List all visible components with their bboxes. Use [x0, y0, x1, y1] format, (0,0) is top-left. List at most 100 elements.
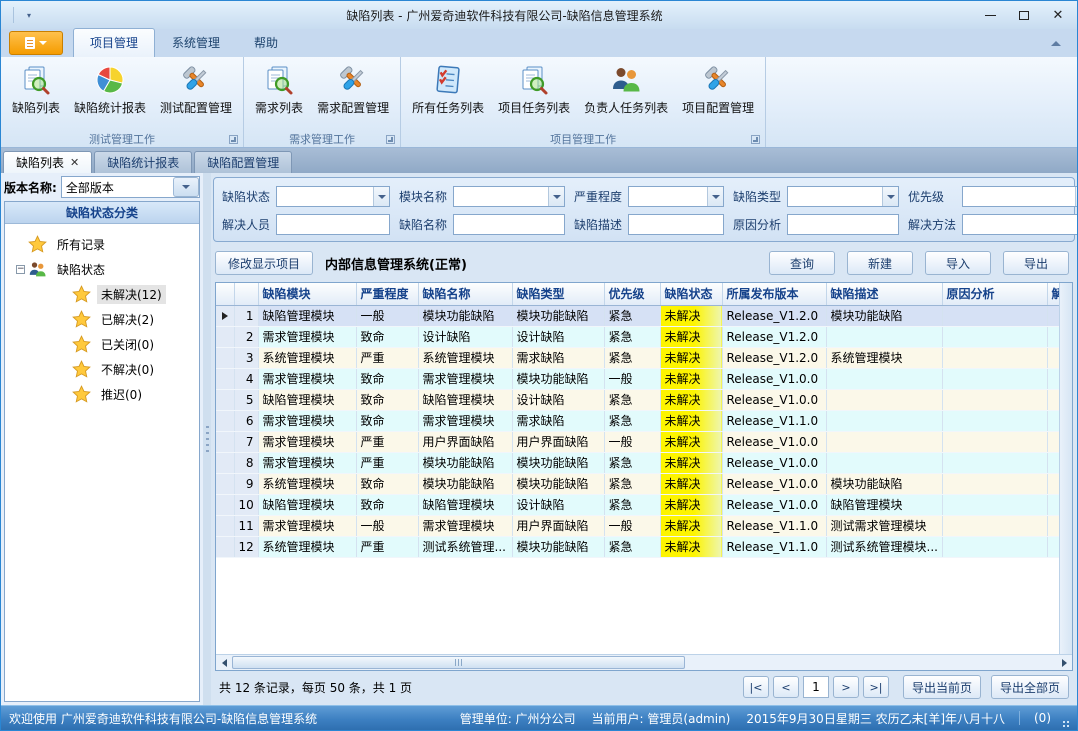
scroll-left-button[interactable]	[216, 655, 232, 670]
filter-严重程度: 严重程度	[574, 186, 724, 207]
minimize-button[interactable]	[975, 5, 1005, 25]
tree-item-0[interactable]: 所有记录	[5, 232, 199, 257]
row-number: 10	[234, 494, 258, 515]
table-row[interactable]: 6需求管理模块致命需求管理模块需求缺陷紧急未解决Release_V1.1.0	[216, 410, 1059, 431]
maximize-button[interactable]	[1009, 5, 1039, 25]
ribbon-button-缺陷列表[interactable]: 缺陷列表	[5, 59, 67, 130]
combo-dropdown-button[interactable]	[707, 187, 723, 206]
filter-input-解决人员[interactable]	[276, 214, 390, 235]
ribbon-tab-0[interactable]: 项目管理	[73, 28, 155, 57]
column-header-缺陷类型[interactable]: 缺陷类型	[512, 283, 604, 305]
column-header-缺陷描述[interactable]: 缺陷描述	[826, 283, 942, 305]
scroll-right-button[interactable]	[1056, 655, 1072, 670]
combo-dropdown-button[interactable]	[882, 187, 898, 206]
last-page-button[interactable]: >|	[863, 676, 889, 698]
grid-cell: Release_V1.1.0	[722, 515, 826, 536]
resize-grip-icon[interactable]	[1059, 713, 1069, 723]
filter-input-原因分析[interactable]	[787, 214, 899, 235]
tree-item-6[interactable]: 推迟(0)	[5, 382, 199, 407]
column-header-缺陷状态[interactable]: 缺陷状态	[660, 283, 722, 305]
combo-dropdown-button[interactable]	[373, 187, 389, 206]
table-row[interactable]: 12系统管理模块严重测试系统管理...模块功能缺陷紧急未解决Release_V1…	[216, 536, 1059, 557]
column-header-严重程度[interactable]: 严重程度	[356, 283, 418, 305]
status-cell: 未解决	[660, 473, 722, 494]
dialog-launcher-icon[interactable]	[751, 135, 760, 144]
tree-item-2[interactable]: 未解决(12)	[5, 282, 199, 307]
table-row[interactable]: 5缺陷管理模块致命缺陷管理模块设计缺陷紧急未解决Release_V1.0.0	[216, 389, 1059, 410]
column-header-解决方法[interactable]: 解决方法	[1047, 283, 1059, 305]
ribbon-tab-1[interactable]: 系统管理	[155, 28, 237, 57]
version-combobox[interactable]: 全部版本	[61, 176, 200, 198]
export-all-pages-button[interactable]: 导出全部页	[991, 675, 1069, 699]
filter-input-解决方法[interactable]	[962, 214, 1078, 235]
export-current-page-button[interactable]: 导出当前页	[903, 675, 981, 699]
dialog-launcher-icon[interactable]	[229, 135, 238, 144]
filter-combobox-模块名称[interactable]	[453, 186, 565, 207]
ribbon-button-所有任务列表[interactable]: 所有任务列表	[405, 59, 491, 130]
tree-item-3[interactable]: 已解决(2)	[5, 307, 199, 332]
toolbar-button-新建[interactable]: 新建	[847, 251, 913, 275]
grid-cell: Release_V1.0.0	[722, 452, 826, 473]
modify-display-items-button[interactable]: 修改显示项目	[215, 251, 313, 275]
scrollbar-thumb[interactable]	[232, 656, 685, 669]
collapse-node-icon[interactable]: −	[16, 265, 25, 274]
page-number-input[interactable]	[803, 676, 829, 698]
toolbar-button-查询[interactable]: 查询	[769, 251, 835, 275]
ribbon-tab-2[interactable]: 帮助	[237, 28, 295, 57]
grid-cell	[1047, 515, 1059, 536]
ribbon-button-项目配置管理[interactable]: 项目配置管理	[675, 59, 761, 130]
column-header-所属发布版本[interactable]: 所属发布版本	[722, 283, 826, 305]
combo-dropdown-button[interactable]	[173, 177, 199, 197]
column-header-优先级[interactable]: 优先级	[604, 283, 660, 305]
table-row[interactable]: 11需求管理模块一般需求管理模块用户界面缺陷一般未解决Release_V1.1.…	[216, 515, 1059, 536]
table-row[interactable]: 3系统管理模块严重系统管理模块需求缺陷紧急未解决Release_V1.2.0系统…	[216, 347, 1059, 368]
app-window: ▾ 缺陷列表 - 广州爱奇迪软件科技有限公司-缺陷信息管理系统 ✕ 项目管理系统…	[0, 0, 1078, 731]
table-row[interactable]: 1缺陷管理模块一般模块功能缺陷模块功能缺陷紧急未解决Release_V1.2.0…	[216, 305, 1059, 326]
doc-tab-2[interactable]: 缺陷配置管理	[194, 151, 292, 173]
splitter-handle[interactable]	[203, 173, 211, 705]
tree-item-5[interactable]: 不解决(0)	[5, 357, 199, 382]
next-page-button[interactable]: >	[833, 676, 859, 698]
close-tab-icon[interactable]: ✕	[70, 156, 79, 169]
app-menu-button[interactable]	[9, 31, 63, 55]
first-page-button[interactable]: |<	[743, 676, 769, 698]
ribbon-button-负责人任务列表[interactable]: 负责人任务列表	[577, 59, 675, 130]
doc-tab-1[interactable]: 缺陷统计报表	[94, 151, 192, 173]
table-row[interactable]: 9系统管理模块致命模块功能缺陷模块功能缺陷紧急未解决Release_V1.0.0…	[216, 473, 1059, 494]
toolbar-button-导出[interactable]: 导出	[1003, 251, 1069, 275]
doc-tab-0[interactable]: 缺陷列表✕	[3, 151, 92, 173]
grid-cell	[942, 473, 1047, 494]
combo-dropdown-button[interactable]	[548, 187, 564, 206]
close-button[interactable]: ✕	[1043, 5, 1073, 25]
ribbon-tab-row: 项目管理系统管理帮助	[1, 29, 1077, 57]
table-row[interactable]: 2需求管理模块致命设计缺陷设计缺陷紧急未解决Release_V1.2.0	[216, 326, 1059, 347]
tree-item-4[interactable]: 已关闭(0)	[5, 332, 199, 357]
column-header-原因分析[interactable]: 原因分析	[942, 283, 1047, 305]
ribbon-button-缺陷统计报表[interactable]: 缺陷统计报表	[67, 59, 153, 130]
filter-input-缺陷名称[interactable]	[453, 214, 565, 235]
quick-access-toolbar[interactable]: ▾	[22, 5, 34, 26]
filter-combobox-严重程度[interactable]	[628, 186, 724, 207]
filter-combobox-优先级[interactable]	[962, 186, 1078, 207]
filter-combobox-缺陷状态[interactable]	[276, 186, 390, 207]
collapse-ribbon-icon[interactable]	[1051, 41, 1061, 46]
filter-combobox-缺陷类型[interactable]	[787, 186, 899, 207]
vertical-scrollbar[interactable]	[1059, 283, 1072, 654]
ribbon-button-需求列表[interactable]: 需求列表	[248, 59, 310, 130]
ribbon-button-测试配置管理[interactable]: 测试配置管理	[153, 59, 239, 130]
toolbar-button-导入[interactable]: 导入	[925, 251, 991, 275]
table-row[interactable]: 8需求管理模块严重模块功能缺陷模块功能缺陷紧急未解决Release_V1.0.0	[216, 452, 1059, 473]
prev-page-button[interactable]: <	[773, 676, 799, 698]
tree-item-1[interactable]: −缺陷状态	[5, 257, 199, 282]
filter-input-缺陷描述[interactable]	[628, 214, 724, 235]
horizontal-scrollbar[interactable]	[216, 654, 1072, 670]
table-row[interactable]: 4需求管理模块致命需求管理模块模块功能缺陷一般未解决Release_V1.0.0	[216, 368, 1059, 389]
dialog-launcher-icon[interactable]	[386, 135, 395, 144]
ribbon-button-项目任务列表[interactable]: 项目任务列表	[491, 59, 577, 130]
column-header-缺陷模块[interactable]: 缺陷模块	[258, 283, 356, 305]
table-row[interactable]: 7需求管理模块严重用户界面缺陷用户界面缺陷一般未解决Release_V1.0.0	[216, 431, 1059, 452]
ribbon-button-需求配置管理[interactable]: 需求配置管理	[310, 59, 396, 130]
column-header-缺陷名称[interactable]: 缺陷名称	[418, 283, 512, 305]
table-row[interactable]: 10缺陷管理模块致命缺陷管理模块设计缺陷紧急未解决Release_V1.0.0缺…	[216, 494, 1059, 515]
row-selector-cell	[216, 494, 234, 515]
